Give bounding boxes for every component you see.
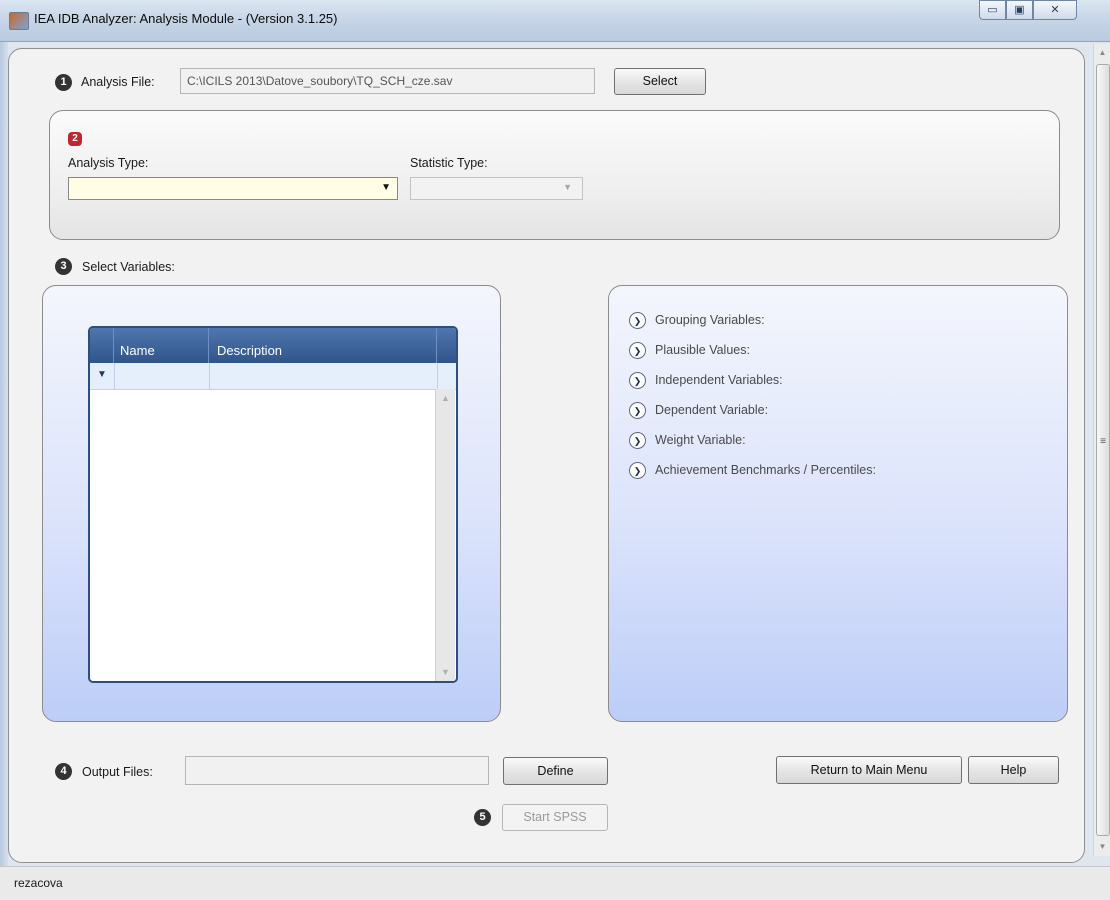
main-scrollbar[interactable]: ▲ ≡ ▼: [1093, 44, 1110, 856]
status-bar: [0, 866, 1110, 900]
column-header-name[interactable]: Name: [114, 328, 209, 363]
scroll-down-icon[interactable]: ▼: [436, 667, 455, 677]
scrollbar-thumb[interactable]: ≡: [1096, 64, 1110, 836]
step-2-badge: 2: [68, 132, 82, 146]
filter-cell-name[interactable]: [114, 363, 210, 389]
chevron-down-circle-icon[interactable]: ❯: [629, 402, 646, 419]
column-header-description[interactable]: Description: [209, 328, 437, 363]
help-button[interactable]: Help: [968, 756, 1059, 784]
chevron-down-icon: ▼: [381, 182, 391, 193]
step-1-badge: 1: [55, 74, 72, 91]
chevron-down-circle-icon[interactable]: ❯: [629, 432, 646, 449]
step-4-badge: 4: [55, 763, 72, 780]
grid-header-rowselector: [90, 328, 114, 363]
scroll-up-icon[interactable]: ▲: [436, 393, 455, 403]
grid-scrollbar[interactable]: ▲ ▼: [435, 389, 455, 681]
section-plausible-values[interactable]: ❯ Plausible Values:: [629, 342, 929, 364]
start-spss-button[interactable]: Start SPSS: [502, 804, 608, 831]
statistic-type-label: Statistic Type:: [410, 156, 488, 170]
chevron-down-icon: ▼: [563, 182, 572, 192]
section-label: Plausible Values:: [655, 343, 750, 357]
grid-header-end: [437, 328, 456, 363]
window-frame: [0, 42, 8, 870]
section-grouping-variables[interactable]: ❯ Grouping Variables:: [629, 312, 929, 334]
maximize-button[interactable]: ▣: [1006, 0, 1033, 20]
section-label: Independent Variables:: [655, 373, 783, 387]
analysis-type-label: Analysis Type:: [68, 156, 149, 170]
section-weight-variable[interactable]: ❯ Weight Variable:: [629, 432, 929, 454]
minimize-button[interactable]: ▭: [979, 0, 1006, 20]
section-label: Dependent Variable:: [655, 403, 769, 417]
output-files-field[interactable]: [185, 756, 489, 785]
close-button[interactable]: ✕: [1033, 0, 1077, 20]
select-file-button[interactable]: Select: [614, 68, 706, 95]
scroll-up-icon[interactable]: ▲: [1094, 44, 1110, 62]
section-dependent-variable[interactable]: ❯ Dependent Variable:: [629, 402, 929, 424]
section-label: Weight Variable:: [655, 433, 746, 447]
section-label: Achievement Benchmarks / Percentiles:: [655, 463, 876, 477]
scroll-down-icon[interactable]: ▼: [1094, 838, 1110, 856]
filter-cell-description[interactable]: [209, 363, 438, 389]
section-label: Grouping Variables:: [655, 313, 765, 327]
section-independent-variables[interactable]: ❯ Independent Variables:: [629, 372, 929, 394]
grid-header: Name Description: [90, 328, 456, 363]
select-variables-label: Select Variables:: [82, 260, 175, 274]
chevron-down-circle-icon[interactable]: ❯: [629, 312, 646, 329]
analysis-file-field[interactable]: C:\ICILS 2013\Datove_soubory\TQ_SCH_cze.…: [180, 68, 595, 94]
define-button[interactable]: Define: [503, 757, 608, 785]
statistic-type-select[interactable]: ▼: [410, 177, 583, 200]
section-achievement-benchmarks[interactable]: ❯ Achievement Benchmarks / Percentiles:: [629, 462, 959, 484]
step-3-badge: 3: [55, 258, 72, 275]
step-5-badge: 5: [474, 809, 491, 826]
chevron-down-circle-icon[interactable]: ❯: [629, 342, 646, 359]
analysis-type-select[interactable]: ▼: [68, 177, 398, 200]
filter-icon[interactable]: ▼: [97, 369, 107, 380]
chevron-down-circle-icon[interactable]: ❯: [629, 372, 646, 389]
output-files-label: Output Files:: [82, 765, 153, 779]
chevron-down-circle-icon[interactable]: ❯: [629, 462, 646, 479]
window-title: IEA IDB Analyzer: Analysis Module - (Ver…: [34, 11, 338, 26]
return-to-main-menu-button[interactable]: Return to Main Menu: [776, 756, 962, 784]
grip-icon: ≡: [1100, 436, 1106, 447]
analysis-type-panel: [49, 110, 1060, 240]
analysis-file-label: Analysis File:: [81, 75, 155, 89]
status-user: rezacova: [14, 876, 63, 890]
grid-filter-row[interactable]: ▼: [90, 363, 456, 390]
variable-grid[interactable]: Name Description ▼ ▲ ▼: [88, 326, 458, 683]
app-icon: [9, 12, 29, 30]
